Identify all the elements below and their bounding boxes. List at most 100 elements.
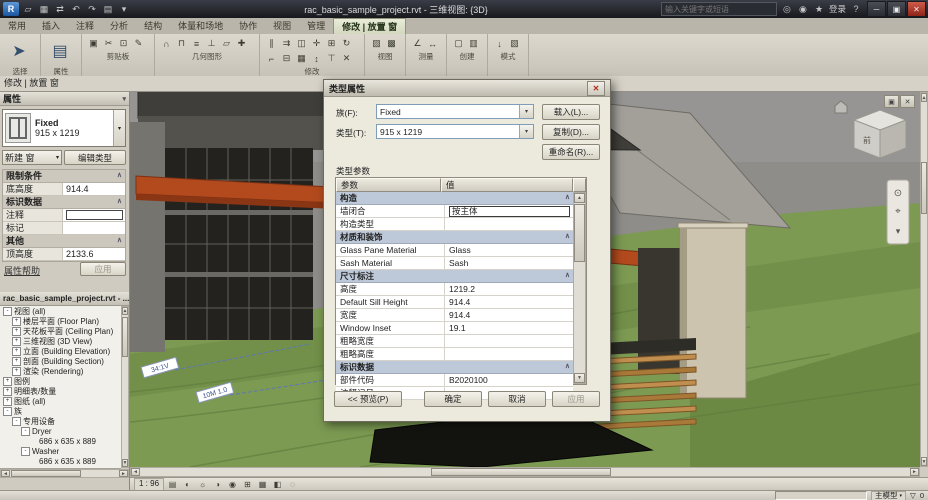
scroll-right-icon[interactable]: ► xyxy=(119,470,128,477)
ok-button[interactable]: 确定 xyxy=(424,391,482,407)
chevron-down-icon[interactable]: ▾ xyxy=(56,154,59,161)
project-browser-header[interactable]: rac_basic_sample_project.rvt - ... xyxy=(0,292,129,306)
browser-item[interactable]: - 专用设备 xyxy=(0,416,121,426)
param-group[interactable]: 构造 ∧ xyxy=(336,192,573,205)
tree-expander-icon[interactable]: + xyxy=(12,316,21,326)
show-crop-icon[interactable]: ▦ xyxy=(256,479,269,490)
app-menu-button[interactable]: R xyxy=(3,2,19,16)
tree-expander-icon[interactable]: - xyxy=(12,416,21,426)
save-icon[interactable]: ▦ xyxy=(37,3,51,16)
view-scale-button[interactable]: 1 : 96 xyxy=(134,477,165,491)
param-value[interactable]: 1219.2 xyxy=(445,283,573,295)
filter-icon[interactable]: ▽ xyxy=(910,491,916,500)
search-input[interactable] xyxy=(660,2,777,16)
table-vscrollbar[interactable]: ▲ ▼ xyxy=(573,192,586,384)
browser-hscrollbar[interactable]: ◄ ► xyxy=(0,469,129,478)
property-value[interactable] xyxy=(63,222,125,234)
print-icon[interactable]: ▤ xyxy=(101,3,115,16)
property-value[interactable]: 914.4 xyxy=(63,183,125,195)
scale-icon[interactable]: ↕ xyxy=(309,51,324,66)
paint-icon[interactable]: ✚ xyxy=(234,36,249,51)
param-group[interactable]: 材质和装饰 ∧ xyxy=(336,231,573,244)
properties-icon[interactable]: ▤ xyxy=(45,36,75,66)
redo-icon[interactable]: ↷ xyxy=(85,3,99,16)
ribbon-tab-5[interactable]: 结构 xyxy=(136,18,170,34)
load-family-icon[interactable]: ↓ xyxy=(492,36,507,51)
param-value[interactable]: Sash xyxy=(445,257,573,269)
detail-level-icon[interactable]: ▤ xyxy=(166,479,179,490)
scroll-up-icon[interactable]: ▲ xyxy=(921,93,927,102)
cope-icon[interactable]: ∩ xyxy=(159,36,174,51)
browser-item[interactable]: + 明细表/数量 xyxy=(0,386,121,396)
scroll-left-icon[interactable]: ◄ xyxy=(1,470,10,477)
tree-expander-icon[interactable]: + xyxy=(3,386,12,396)
close-hidden-icon[interactable]: ▩ xyxy=(384,36,399,51)
canvas-vscrollbar[interactable]: ▲ ▼ xyxy=(920,92,928,467)
copy-icon[interactable]: ⊡ xyxy=(116,36,131,51)
temporary-hide-icon[interactable]: ◧ xyxy=(271,479,284,490)
navigation-bar[interactable]: ⊙ ⌖ ▾ xyxy=(886,179,910,245)
sync-icon[interactable]: ⇄ xyxy=(53,3,67,16)
edit-type-button[interactable]: 编辑类型 xyxy=(64,150,126,165)
tree-expander-icon[interactable]: + xyxy=(12,326,21,336)
browser-item[interactable]: - Dryer xyxy=(0,426,121,436)
browser-vscrollbar[interactable]: ▲ ▼ xyxy=(121,306,129,468)
dimension-icon[interactable]: ↔ xyxy=(425,36,440,51)
value-column-header[interactable]: 值 xyxy=(441,178,573,192)
offset-icon[interactable]: ⇉ xyxy=(279,36,294,51)
dialog-close-button[interactable]: ✕ xyxy=(587,80,605,96)
collapse-icon[interactable]: ∧ xyxy=(565,361,570,373)
create-similar-icon[interactable]: ▢ xyxy=(451,36,466,51)
restore-button[interactable]: ▣ xyxy=(887,1,906,17)
tree-expander-icon[interactable]: - xyxy=(3,306,12,316)
help-icon[interactable]: ? xyxy=(849,3,863,16)
chevron-down-icon[interactable]: ▾ xyxy=(519,105,533,118)
crop-view-icon[interactable]: ⊞ xyxy=(241,479,254,490)
browser-vscroll-thumb[interactable] xyxy=(122,317,128,357)
browser-item[interactable]: + 立面 (Building Elevation) xyxy=(0,346,121,356)
close-button[interactable]: ✕ xyxy=(907,1,926,17)
table-vscroll-thumb[interactable] xyxy=(574,204,585,262)
param-value[interactable] xyxy=(445,218,573,230)
param-value[interactable]: 按主体 xyxy=(445,205,573,217)
tree-expander-icon[interactable]: + xyxy=(3,396,12,406)
chevron-down-icon[interactable]: ▾ xyxy=(113,110,125,146)
scroll-left-icon[interactable]: ◄ xyxy=(131,468,140,476)
param-group[interactable]: 尺寸标注 ∧ xyxy=(336,270,573,283)
collapse-icon[interactable]: ∧ xyxy=(117,235,122,247)
visual-style-icon[interactable]: ◐ xyxy=(181,479,194,490)
design-option-select[interactable]: 主模型 ▾ xyxy=(871,490,907,500)
pin-icon[interactable]: ⊤ xyxy=(324,51,339,66)
property-group[interactable]: 标识数据 ∧ xyxy=(3,196,125,209)
navigation-wheel-icon[interactable]: ⊙ xyxy=(894,188,902,199)
browser-item[interactable]: + 图例 xyxy=(0,376,121,386)
properties-help-link[interactable]: 属性帮助 xyxy=(4,264,40,277)
scroll-up-icon[interactable]: ▲ xyxy=(574,193,585,203)
communication-center-icon[interactable]: ◉ xyxy=(796,3,810,16)
collapse-icon[interactable]: ∧ xyxy=(565,192,570,204)
param-value[interactable] xyxy=(445,348,573,360)
preview-button[interactable]: << 预览(P) xyxy=(334,391,402,407)
match-type-icon[interactable]: ✎ xyxy=(131,36,146,51)
param-value[interactable] xyxy=(445,335,573,347)
open-icon[interactable]: ▱ xyxy=(21,3,35,16)
view-close-button[interactable]: ✕ xyxy=(900,95,915,108)
cancel-button[interactable]: 取消 xyxy=(488,391,546,407)
browser-item[interactable]: - 视图 (all) xyxy=(0,306,121,316)
type-combo[interactable]: 915 x 1219 ▾ xyxy=(376,124,534,139)
ribbon-tab-2[interactable]: 插入 xyxy=(34,18,68,34)
param-value[interactable]: B2020100 xyxy=(445,374,573,386)
palette-menu-icon[interactable]: ▾ xyxy=(122,95,126,103)
array-icon[interactable]: ▦ xyxy=(294,51,309,66)
sign-in-button[interactable]: 登录 xyxy=(829,3,846,15)
tree-expander-icon[interactable]: - xyxy=(3,406,12,416)
collapse-icon[interactable]: ∧ xyxy=(565,270,570,282)
dialog-apply-button[interactable]: 应用 xyxy=(552,391,600,407)
collapse-icon[interactable]: ∧ xyxy=(117,196,122,208)
rendering-icon[interactable]: ◉ xyxy=(226,479,239,490)
param-group[interactable]: 标识数据 ∧ xyxy=(336,361,573,374)
load-button[interactable]: 载入(L)... xyxy=(542,104,600,120)
param-value[interactable]: 19.1 xyxy=(445,322,573,334)
hscroll-thumb[interactable] xyxy=(431,468,611,476)
family-combo[interactable]: Fixed ▾ xyxy=(376,104,534,119)
